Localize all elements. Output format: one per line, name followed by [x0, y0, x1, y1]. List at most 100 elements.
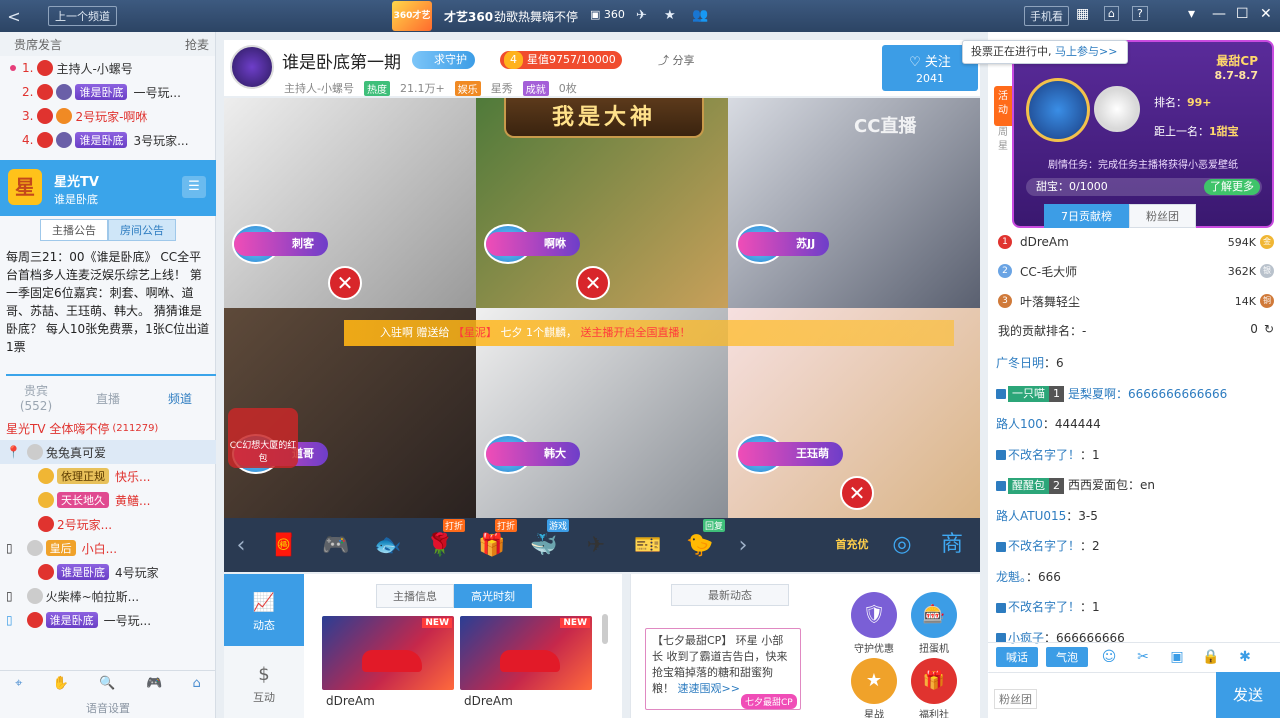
join-vote-link[interactable]: 马上参与>> — [1055, 45, 1117, 58]
mic-queue-item[interactable]: 1. 主持人-小螺号 — [0, 56, 215, 80]
emoji-icon[interactable]: ☺ — [1096, 649, 1122, 665]
star-icon[interactable]: ★ — [664, 8, 676, 23]
mic-queue-item[interactable]: 3. 2号玩家-啊咻 — [0, 104, 215, 128]
list-item[interactable]: 谁是卧底 4号玩家 — [0, 560, 216, 584]
gift-item[interactable]: 🎁 打折 — [471, 519, 517, 565]
mobile-watch-button[interactable]: 手机看 — [1024, 6, 1069, 26]
list-item[interactable]: 依理正规 快乐... — [0, 464, 216, 488]
guest-group-header[interactable]: 星光TV 全体嗨不停 (211279) — [0, 416, 216, 440]
refresh-icon[interactable]: ↻ — [1264, 322, 1274, 339]
tab-7day-contrib[interactable]: 7日贡献榜 — [1044, 204, 1129, 228]
chat-input[interactable]: 粉丝团 — [988, 672, 1216, 718]
maximize-icon[interactable]: ☐ — [1236, 6, 1249, 22]
pin-icon[interactable]: ⌂ — [1104, 6, 1119, 21]
gamepad-icon[interactable]: 🎮 — [146, 676, 162, 691]
contrib-row[interactable]: 2 CC-毛大师 362K 银 — [998, 261, 1274, 281]
settings-icon[interactable]: ✱ — [1232, 649, 1258, 665]
gift-item[interactable]: 🐟 — [367, 525, 409, 565]
list-item[interactable]: ▯ 谁是卧底 一号玩... — [0, 608, 216, 632]
menu-icon[interactable]: ☰ — [182, 176, 206, 198]
gashapon-button[interactable]: 🎰 扭蛋机 — [908, 592, 960, 655]
shop-button[interactable]: 商 — [932, 525, 972, 565]
star-battle-button[interactable]: ★ 星战 — [848, 658, 900, 718]
previous-channel-button[interactable]: 上一个频道 — [48, 6, 117, 26]
news-link[interactable]: 速速围观>> — [678, 682, 740, 695]
gift-item[interactable]: 🧧 — [263, 525, 305, 565]
bubble-button[interactable]: 气泡 — [1046, 646, 1088, 667]
tab-fan-club[interactable]: 粉丝团 — [1129, 204, 1196, 228]
weekly-star-side-tab[interactable]: 周星 — [994, 126, 1012, 154]
search-icon[interactable]: 🔍 — [99, 676, 115, 691]
image-icon[interactable]: ▣ — [1164, 649, 1190, 665]
gift-item[interactable]: 🎫 — [627, 525, 669, 565]
tab-channel[interactable]: 频道 — [144, 378, 216, 418]
chat-user[interactable]: 广冬日明 — [996, 356, 1044, 370]
guard-button[interactable]: 求守护 — [412, 51, 475, 69]
scissors-icon[interactable]: ✂ — [1130, 649, 1156, 665]
location-icon[interactable]: ⌖ — [15, 676, 22, 691]
first-charge-button[interactable]: 首充优惠 — [832, 525, 872, 591]
gift-item[interactable]: ✈ — [575, 525, 617, 565]
back-button[interactable]: < — [0, 7, 28, 26]
tab-room-notice[interactable]: 房间公告 — [108, 219, 176, 241]
guard-discount-button[interactable]: 🛡 守护优惠 — [848, 592, 900, 655]
grab-mic-button[interactable]: 抢麦 — [185, 36, 209, 53]
nav-dynamics[interactable]: 📈 动态 — [224, 574, 304, 646]
minimize-icon[interactable]: — — [1212, 6, 1226, 22]
gift-item[interactable]: 🌹 打折 — [419, 519, 465, 565]
mic-queue-item[interactable]: 2. 谁是卧底 一号玩... — [0, 80, 215, 104]
highlight-thumbnail[interactable]: NEW — [322, 616, 454, 690]
chat-user[interactable]: 不改名字了！ — [1008, 539, 1080, 553]
bag-icon[interactable]: ◎ — [882, 525, 922, 565]
list-item[interactable]: 📍 兔兔真可爱 — [0, 440, 216, 464]
chat-user[interactable]: 路人ATU015 — [996, 509, 1066, 523]
tab-host-info[interactable]: 主播信息 — [376, 584, 454, 608]
send-button[interactable]: 发送 — [1216, 672, 1280, 718]
chat-user[interactable]: 不改名字了！ — [1008, 448, 1080, 462]
tab-highlights[interactable]: 高光时刻 — [454, 584, 532, 608]
grid-icon[interactable]: ▦ — [1076, 6, 1089, 22]
dropdown-icon[interactable]: ▾ — [1188, 6, 1195, 22]
home-icon[interactable]: ⌂ — [193, 676, 201, 691]
star-value-badge[interactable]: 4 星值9757/10000 — [500, 51, 622, 69]
hand-icon[interactable]: ✋ — [53, 676, 69, 691]
activity-side-tab[interactable]: 活动 — [994, 86, 1012, 126]
list-item[interactable]: ▯ 皇后 小白... — [0, 536, 216, 560]
gift-item[interactable]: 🐤 回复 — [679, 519, 725, 565]
voice-settings-button[interactable]: 语音设置 — [0, 700, 216, 718]
mic-queue-item[interactable]: 4. 谁是卧底 3号玩家... — [0, 128, 215, 152]
list-item[interactable]: 2号玩家... — [0, 512, 216, 536]
fan-club-tag[interactable]: 粉丝团 — [994, 689, 1037, 709]
scrollbar[interactable] — [602, 614, 608, 644]
learn-more-button[interactable]: 了解更多 — [1204, 179, 1260, 195]
chat-user[interactable]: 不改名字了！ — [1008, 600, 1080, 614]
chat-user[interactable]: 龙魁。 — [996, 570, 1026, 584]
shout-button[interactable]: 喊话 — [996, 646, 1038, 667]
chevron-right-icon[interactable]: › — [726, 533, 760, 558]
highlight-thumbnail[interactable]: NEW — [460, 616, 592, 690]
video-player[interactable]: 谁是卧底 刺客 ✕ 谁是卧底 啊咻 ✕ 谁是卧底 苏JJ 谁是卧底 道哥 CC幻… — [224, 98, 980, 518]
red-packet[interactable]: CC幻想大厦的红包 — [228, 408, 298, 468]
gift-msg-link[interactable]: 送主播开启全国直播！ — [581, 326, 691, 339]
contrib-row[interactable]: 1 dDreAm 594K 金 — [998, 232, 1274, 252]
chat-user[interactable]: 路人100 — [996, 417, 1043, 431]
tab-live[interactable]: 直播 — [72, 378, 144, 418]
gift-item[interactable]: 🎮 — [315, 525, 357, 565]
tab-vip[interactable]: 贵宾 (552) — [0, 378, 72, 418]
plane-icon[interactable]: ✈ — [636, 8, 647, 23]
tab-host-notice[interactable]: 主播公告 — [40, 219, 108, 241]
list-item[interactable]: 天长地久 黄鳝... — [0, 488, 216, 512]
contrib-row[interactable]: 3 叶落舞轻尘 14K 铜 — [998, 291, 1274, 311]
users-icon[interactable]: 👥 — [692, 8, 708, 23]
list-item[interactable]: ▯ 火柴棒~帕拉斯... — [0, 584, 216, 608]
room-avatar[interactable] — [230, 45, 274, 89]
chevron-left-icon[interactable]: ‹ — [224, 533, 258, 558]
nav-interact[interactable]: $ 互动 — [224, 646, 304, 718]
welfare-button[interactable]: 🎁 福利社 — [908, 658, 960, 718]
station-bar[interactable]: 星 星光TV 谁是卧底 ☰ — [0, 160, 216, 216]
share-button[interactable]: ⤴ 分享 — [658, 52, 695, 68]
lock-icon[interactable]: 🔒 — [1198, 649, 1224, 665]
help-button[interactable]: ? — [1132, 6, 1148, 21]
gift-item[interactable]: 🐳 游戏 — [523, 519, 569, 565]
close-icon[interactable]: ✕ — [1260, 6, 1272, 22]
